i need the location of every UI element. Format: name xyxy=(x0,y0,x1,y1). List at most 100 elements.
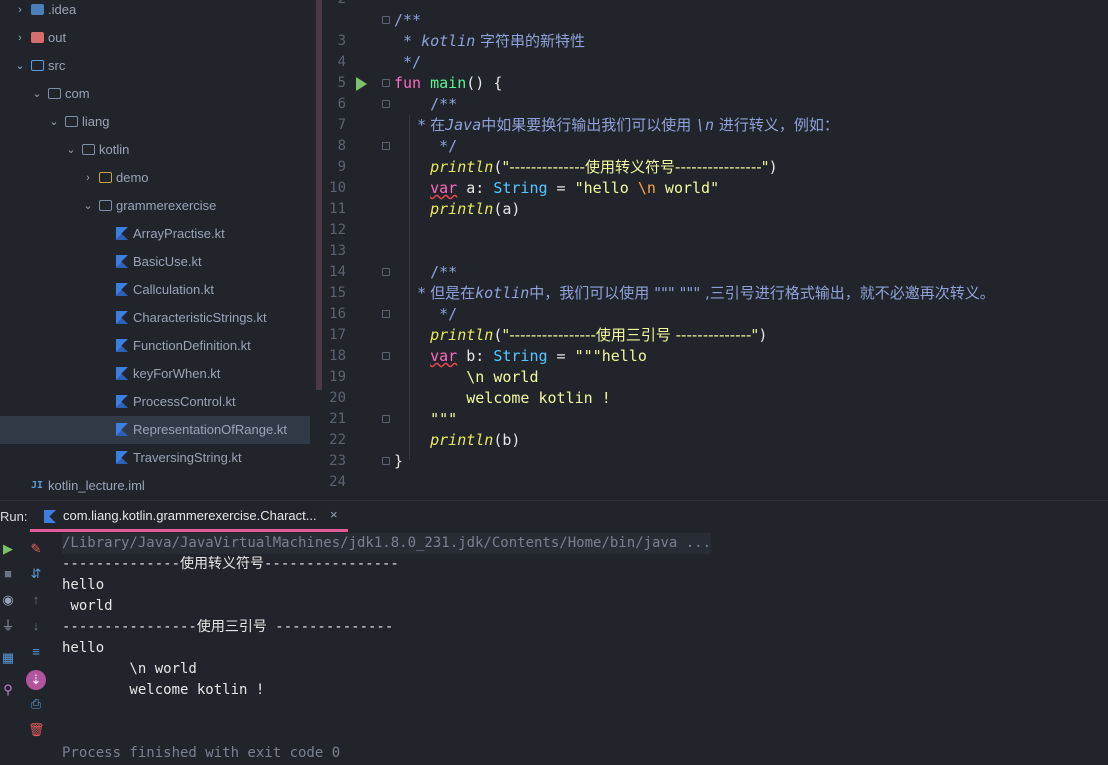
fold-marker-icon[interactable] xyxy=(382,79,390,87)
code-line: 19 var b: String = """hello xyxy=(322,346,1108,385)
code-line: 4 * kotlin 字符串的新特性 xyxy=(322,31,1108,70)
tree-file[interactable]: JI kotlin_lecture.iml xyxy=(0,472,310,500)
code-text: } xyxy=(394,452,404,470)
run-tab[interactable]: com.liang.kotlin.grammerexercise.Charact… xyxy=(30,501,348,531)
kotlin-file-icon xyxy=(116,227,128,240)
fold-marker-icon[interactable] xyxy=(382,352,390,360)
chevron-down-icon[interactable]: ⌄ xyxy=(14,52,26,80)
tree-item-out[interactable]: › out xyxy=(0,24,310,52)
plug-icon[interactable]: ⏚ xyxy=(0,618,16,634)
fold-marker-icon[interactable] xyxy=(382,415,390,423)
tree-item-label: ProcessControl.kt xyxy=(133,394,236,409)
run-label: Run: xyxy=(0,509,28,524)
fold-marker-icon[interactable] xyxy=(382,16,390,24)
arrow-down-icon[interactable]: ↓ xyxy=(28,618,44,634)
chevron-down-icon[interactable]: ⌄ xyxy=(65,136,77,164)
tree-file[interactable]: keyForWhen.kt xyxy=(0,360,310,388)
code-line: 20 \n world xyxy=(322,367,1108,406)
arrow-up-icon[interactable]: ↑ xyxy=(28,592,44,608)
fold-marker-icon[interactable] xyxy=(382,142,390,150)
tree-item-liang[interactable]: ⌄ liang xyxy=(0,108,310,136)
fold-marker-icon[interactable] xyxy=(382,310,390,318)
trash-icon[interactable]: 🗑 xyxy=(28,722,45,738)
code-line: 5 */ xyxy=(322,52,1108,91)
string-literal: world" xyxy=(655,179,720,197)
tree-item-src[interactable]: ⌄ src xyxy=(0,52,310,80)
function-call: println xyxy=(430,326,494,344)
keyword: fun xyxy=(394,74,422,92)
tree-item-kotlin[interactable]: ⌄ kotlin xyxy=(0,136,310,164)
function-name: main xyxy=(430,74,467,92)
tree-item-label: demo xyxy=(116,170,149,185)
tree-item-label: BasicUse.kt xyxy=(133,254,202,269)
code-line: 9 */ xyxy=(322,136,1108,175)
console-line: world xyxy=(62,598,113,614)
string-literal: """hello xyxy=(574,347,647,365)
line-number: 2 xyxy=(322,0,346,10)
tree-item-label: grammerexercise xyxy=(116,198,217,213)
string-literal: \n world xyxy=(394,368,539,386)
console-output[interactable]: /Library/Java/JavaVirtualMachines/jdk1.8… xyxy=(50,531,1108,765)
kotlin-file-icon xyxy=(44,510,56,523)
edit-icon[interactable]: ✎ xyxy=(28,541,44,557)
tree-file[interactable]: CharacteristicStrings.kt xyxy=(0,304,310,332)
code-text: = xyxy=(547,179,575,197)
keyword-warning[interactable]: var xyxy=(430,179,457,197)
chevron-right-icon[interactable]: › xyxy=(82,164,94,192)
close-icon[interactable]: × xyxy=(330,507,338,522)
kotlin-file-icon xyxy=(116,367,128,380)
chevron-right-icon[interactable]: › xyxy=(14,24,26,52)
scroll-to-end-icon[interactable]: ⇣ xyxy=(26,670,46,690)
tree-item-label: keyForWhen.kt xyxy=(133,366,221,381)
layout-icon[interactable]: ▦ xyxy=(0,650,16,666)
chevron-down-icon[interactable]: ⌄ xyxy=(48,108,60,136)
string-literal: welcome kotlin ! xyxy=(394,389,611,407)
chevron-down-icon[interactable]: ⌄ xyxy=(31,80,43,108)
console-line[interactable]: /Library/Java/JavaVirtualMachines/jdk1.8… xyxy=(62,533,712,554)
comment-text: /** xyxy=(394,263,458,281)
tree-file[interactable]: FunctionDefinition.kt xyxy=(0,332,310,360)
folder-idea-icon xyxy=(31,4,44,15)
code-line: 6 fun main() { xyxy=(322,73,1108,112)
fold-marker-icon[interactable] xyxy=(382,268,390,276)
tree-item-idea[interactable]: › .idea xyxy=(0,0,310,24)
soft-wrap-icon[interactable]: ≡ xyxy=(28,644,44,660)
keyword-warning[interactable]: var xyxy=(430,347,457,365)
sort-icon[interactable]: ⇵ xyxy=(28,566,44,582)
function-call: println xyxy=(430,200,494,218)
tree-file[interactable]: ProcessControl.kt xyxy=(0,388,310,416)
tree-file-selected[interactable]: RepresentationOfRange.kt xyxy=(0,416,310,444)
comment-italic: Java xyxy=(445,116,482,134)
run-gutter-icon[interactable] xyxy=(356,77,367,91)
escape-sequence: \n xyxy=(637,179,656,197)
tree-file[interactable]: BasicUse.kt xyxy=(0,248,310,276)
chevron-right-icon[interactable]: › xyxy=(14,0,26,24)
fold-marker-icon[interactable] xyxy=(382,100,390,108)
code-editor[interactable]: 2 3 /** 4 * kotlin 字符串的新特性 5 */ 6 fun ma… xyxy=(322,0,1108,490)
tree-item-com[interactable]: ⌄ com xyxy=(0,80,310,108)
comment-text: /** xyxy=(394,95,458,113)
tree-item-grammerexercise[interactable]: ⌄ grammerexercise xyxy=(0,192,310,220)
tree-item-demo[interactable]: › demo xyxy=(0,164,310,192)
run-panel-header: Run: com.liang.kotlin.grammerexercise.Ch… xyxy=(0,500,1108,532)
tree-file[interactable]: ArrayPractise.kt xyxy=(0,220,310,248)
console-line: \n world xyxy=(62,661,197,677)
tree-file[interactable]: Callculation.kt xyxy=(0,276,310,304)
kotlin-file-icon xyxy=(116,255,128,268)
comment-italic: kotlin xyxy=(475,284,530,302)
console-line: Process finished with exit code 0 xyxy=(62,745,341,761)
comment-text: 字符串的新特性 xyxy=(475,32,586,50)
code-text: b: xyxy=(457,347,494,365)
folder-icon xyxy=(99,200,112,211)
pin-icon[interactable]: ⚲ xyxy=(0,682,16,698)
tree-file[interactable]: TraversingString.kt xyxy=(0,444,310,472)
stop-icon[interactable]: ■ xyxy=(0,566,16,582)
comment-text: */ xyxy=(394,305,458,323)
chevron-down-icon[interactable]: ⌄ xyxy=(82,192,94,220)
code-text: (b) xyxy=(493,431,521,449)
fold-marker-icon[interactable] xyxy=(382,457,390,465)
code-line: 22 """ xyxy=(322,409,1108,448)
rerun-icon[interactable]: ▶ xyxy=(0,541,16,557)
camera-icon[interactable]: ◉ xyxy=(0,592,16,608)
print-icon[interactable]: ⎙ xyxy=(28,696,44,712)
